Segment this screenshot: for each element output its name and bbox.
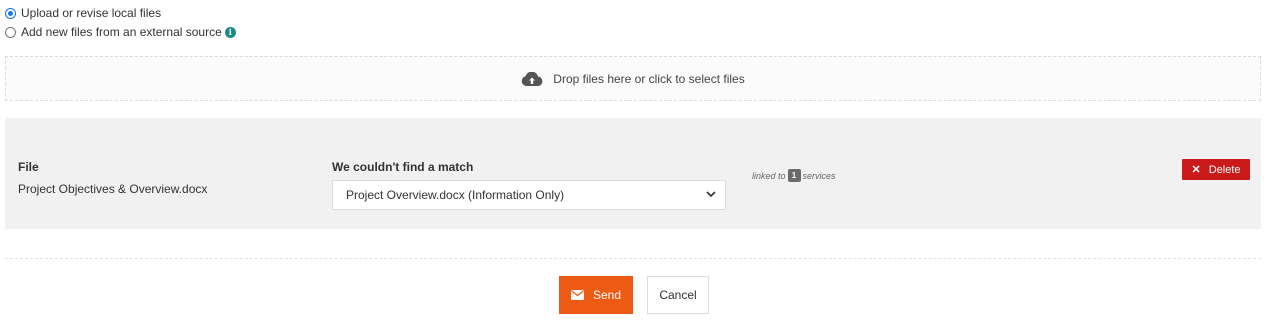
delete-button[interactable]: ✕ Delete [1182,159,1250,180]
file-name: Project Objectives & Overview.docx [18,182,208,196]
external-source-radio[interactable] [5,26,16,38]
file-row-panel: File Project Objectives & Overview.docx … [5,118,1261,229]
envelope-icon [570,290,584,300]
file-dropzone[interactable]: Drop files here or click to select files [5,56,1261,101]
match-header: We couldn't find a match [332,160,474,174]
dropzone-text: Drop files here or click to select files [553,71,745,86]
cancel-button[interactable]: Cancel [647,276,709,314]
match-select-value: Project Overview.docx (Information Only) [346,188,565,202]
cancel-label: Cancel [659,288,697,302]
file-header: File [18,160,39,174]
external-source-label[interactable]: Add new files from an external source [21,25,222,39]
divider [5,258,1261,259]
linked-services: linked to 1 services [752,169,836,182]
local-files-label[interactable]: Upload or revise local files [21,6,161,20]
linked-count-badge: 1 [787,169,801,182]
file-column: File Project Objectives & Overview.docx [18,160,207,196]
chevron-down-icon [706,191,716,198]
close-icon: ✕ [1191,164,1201,176]
linked-suffix: services [802,170,836,181]
local-files-radio[interactable] [5,7,16,19]
source-option-local[interactable]: Upload or revise local files [5,6,161,20]
source-option-external[interactable]: Add new files from an external source i [5,25,236,39]
info-icon[interactable]: i [224,26,236,38]
send-label: Send [592,288,622,302]
delete-label: Delete [1208,163,1241,176]
cloud-upload-icon [522,71,543,86]
match-column: We couldn't find a match Project Overvie… [332,160,726,210]
linked-prefix: linked to [752,170,786,181]
send-button[interactable]: Send [559,276,633,314]
match-select[interactable]: Project Overview.docx (Information Only) [332,180,726,210]
